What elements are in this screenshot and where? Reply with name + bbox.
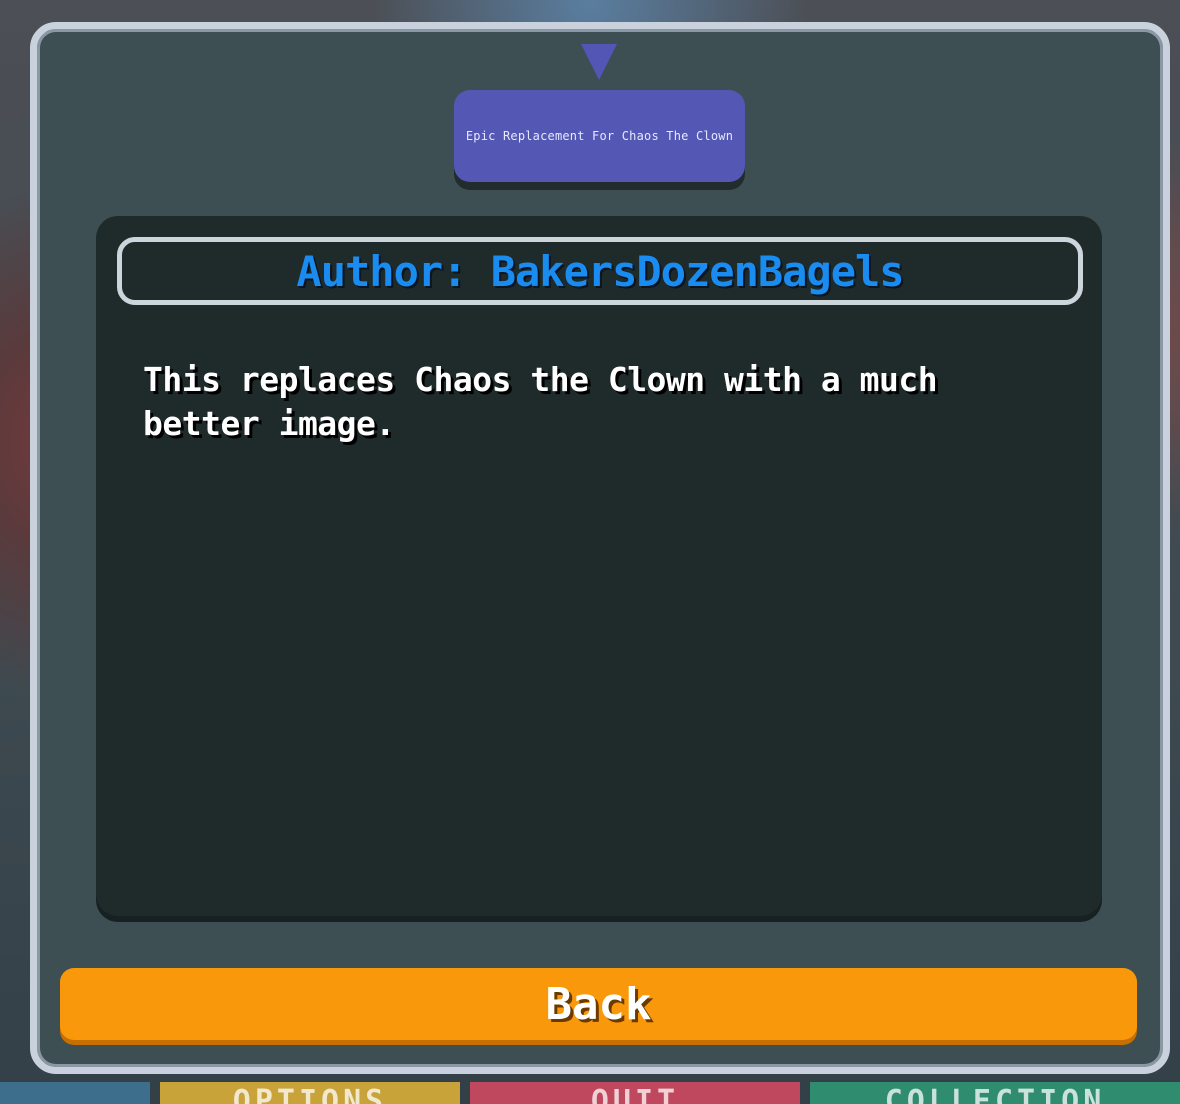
author-label: Author: BakersDozenBagels bbox=[296, 246, 904, 296]
menu-tab-options: OPTIONS bbox=[160, 1082, 460, 1104]
back-button-label: Back bbox=[545, 978, 652, 1030]
mod-description: This replaces Chaos the Clown with a muc… bbox=[143, 360, 938, 443]
mod-title-chip: Epic Replacement For Chaos The Clown bbox=[454, 90, 745, 182]
menu-tab-play bbox=[0, 1082, 150, 1104]
menu-tab-quit: QUIT bbox=[470, 1082, 800, 1104]
author-box: Author: BakersDozenBagels bbox=[117, 237, 1083, 305]
chip-pointer-icon bbox=[581, 44, 617, 80]
back-button[interactable]: Back bbox=[60, 968, 1137, 1040]
mod-title: Epic Replacement For Chaos The Clown bbox=[465, 129, 734, 143]
background-main-menu: OPTIONS QUIT COLLECTION bbox=[0, 1082, 1180, 1104]
menu-tab-collection: COLLECTION bbox=[810, 1082, 1180, 1104]
mod-description-panel bbox=[96, 216, 1102, 916]
